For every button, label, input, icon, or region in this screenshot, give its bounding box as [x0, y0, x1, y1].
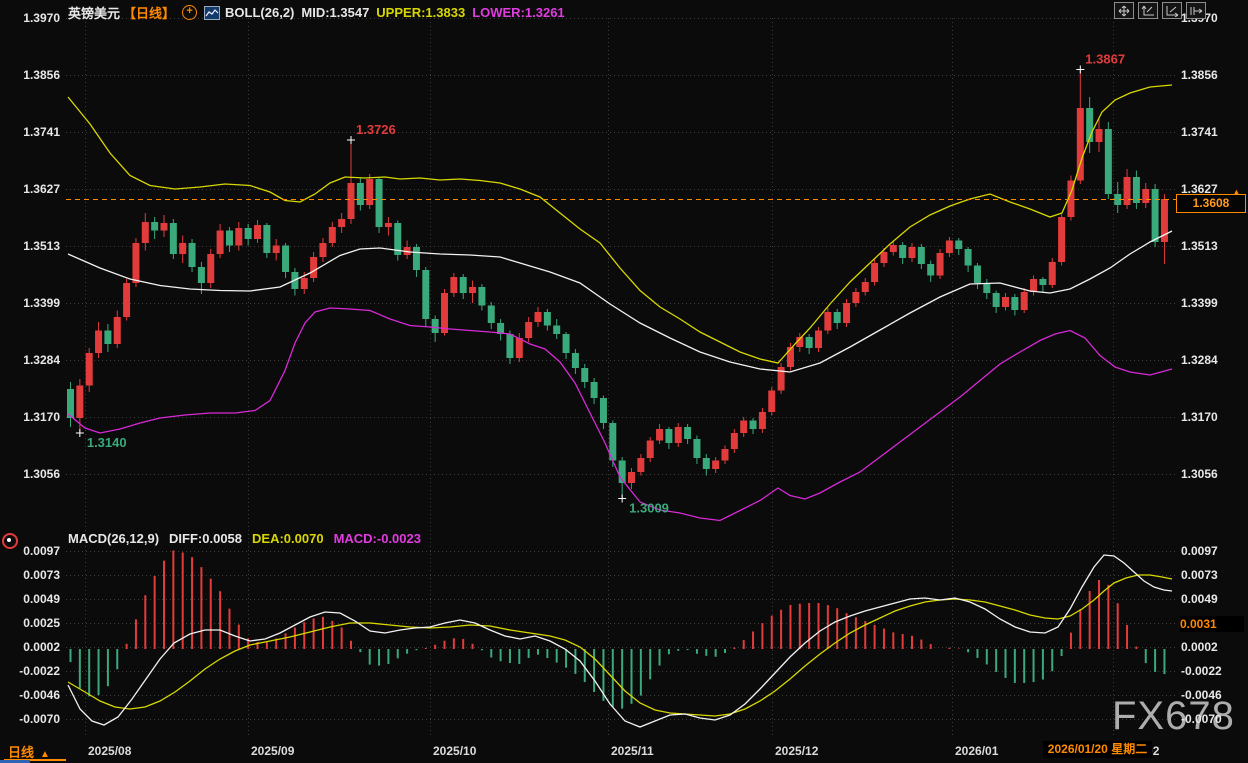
macd-tick-right: -0.0046: [1181, 688, 1222, 702]
price-tick-right: 1.3513: [1181, 239, 1218, 253]
month-label: 2025/10: [433, 744, 476, 758]
macd-tick-left: -0.0070: [2, 712, 60, 726]
price-tick-right: 1.3056: [1181, 467, 1218, 481]
price-tick-right: 1.3170: [1181, 410, 1218, 424]
symbol-name: 英镑美元: [68, 3, 120, 22]
macd-tick-right: -0.0070: [1181, 712, 1222, 726]
month-label: 2025/12: [775, 744, 818, 758]
current-macd-tag: 0.0031: [1180, 616, 1244, 632]
price-tick-left: 1.3056: [2, 467, 60, 481]
macd-tick-left: -0.0022: [2, 664, 60, 678]
price-tick-left: 1.3284: [2, 353, 60, 367]
price-tick-right: 1.3399: [1181, 296, 1218, 310]
period-label: 【日线】: [123, 3, 175, 22]
svg-text:1.3867: 1.3867: [1085, 52, 1125, 67]
month-label: 2025/11: [611, 744, 654, 758]
price-tick-left: 1.3399: [2, 296, 60, 310]
macd-tick-right: -0.0022: [1181, 664, 1222, 678]
price-tick-left: 1.3170: [2, 410, 60, 424]
macd-dea-value: DEA:0.0070: [252, 531, 324, 546]
price-tick-right: 1.3741: [1181, 125, 1218, 139]
price-tick-left: 1.3627: [2, 182, 60, 196]
macd-tick-right: 0.0002: [1181, 640, 1218, 654]
chart-canvas[interactable]: 1.3726 1.3140 1.3867 1.3009: [0, 0, 1248, 763]
price-tick-left: 1.3856: [2, 68, 60, 82]
macd-diff-value: DIFF:0.0058: [169, 531, 242, 546]
chart-header: 英镑美元 【日线】 + BOLL(26,2) MID:1.3547 UPPER:…: [68, 3, 565, 22]
price-tick-left: 1.3741: [2, 125, 60, 139]
price-tick-right: 1.3856: [1181, 68, 1218, 82]
y-axis-scale-icon[interactable]: [1138, 2, 1158, 19]
boll-upper-value: UPPER:1.3833: [376, 5, 465, 20]
boll-mid-value: MID:1.3547: [301, 5, 369, 20]
pan-icon[interactable]: [1114, 2, 1134, 19]
price-tick-left: 1.3970: [2, 11, 60, 25]
price-tick-right: 1.3284: [1181, 353, 1218, 367]
macd-tick-left: 0.0049: [2, 592, 60, 606]
chart-toolbar: [1114, 2, 1206, 19]
macd-indicator-label: MACD(26,12,9): [68, 531, 159, 546]
macd-tick-right: 0.0049: [1181, 592, 1218, 606]
x-axis-scale-icon[interactable]: [1162, 2, 1182, 19]
macd-header: MACD(26,12,9) DIFF:0.0058 DEA:0.0070 MAC…: [68, 531, 421, 546]
expand-view-icon[interactable]: [1186, 2, 1206, 19]
current-price-tag: 1.3608: [1176, 194, 1246, 213]
crosshair-date-tag: 2026/01/20 星期二: [1043, 741, 1152, 758]
add-indicator-icon[interactable]: +: [182, 5, 197, 20]
macd-tick-left: -0.0046: [2, 688, 60, 702]
svg-text:1.3726: 1.3726: [356, 122, 396, 137]
svg-text:1.3009: 1.3009: [629, 501, 669, 516]
month-label: 2026/01: [955, 744, 998, 758]
crosshair-target-icon[interactable]: [2, 533, 18, 549]
month-label: 2025/08: [88, 744, 131, 758]
macd-tick-left: 0.0025: [2, 616, 60, 630]
macd-tick-right: 0.0073: [1181, 568, 1218, 582]
macd-tick-left: 0.0002: [2, 640, 60, 654]
svg-text:1.3140: 1.3140: [87, 435, 127, 450]
macd-tick-right: 0.0097: [1181, 544, 1218, 558]
macd-value: MACD:-0.0023: [334, 531, 421, 546]
boll-lower-value: LOWER:1.3261: [472, 5, 564, 20]
macd-tick-left: 0.0073: [2, 568, 60, 582]
boll-indicator-label: BOLL(26,2): [225, 5, 294, 20]
price-tick-left: 1.3513: [2, 239, 60, 253]
indicator-chart-icon: [204, 6, 220, 20]
trading-chart-window: 1.3726 1.3140 1.3867 1.3009 英镑美元 【日线】 + BOL…: [0, 0, 1248, 763]
month-label: 2025/09: [251, 744, 294, 758]
